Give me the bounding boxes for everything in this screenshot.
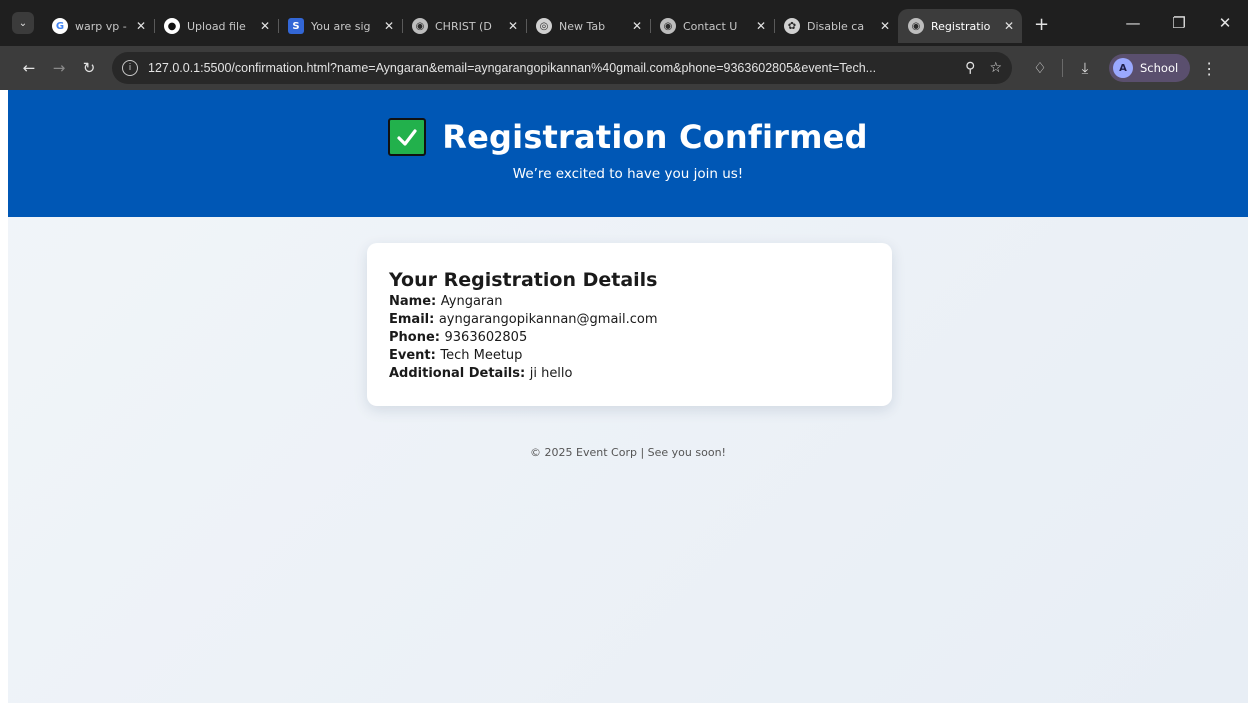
tab-title: warp vp - ( bbox=[75, 19, 130, 33]
close-icon[interactable]: ✕ bbox=[136, 19, 146, 33]
tab-upload-file[interactable]: ● Upload file ✕ bbox=[154, 9, 279, 43]
globe-icon: ◉ bbox=[660, 18, 676, 34]
minimize-icon[interactable]: — bbox=[1110, 14, 1156, 32]
tab-title: CHRIST (D bbox=[435, 19, 492, 33]
window-controls: — ❐ ✕ bbox=[1110, 0, 1248, 46]
detail-label: Phone: bbox=[389, 330, 445, 345]
tab-title: Disable ca bbox=[807, 19, 865, 33]
detail-label: Event: bbox=[389, 348, 441, 363]
close-icon[interactable]: ✕ bbox=[260, 19, 270, 33]
detail-row-email: Email: ayngarangopikannan@gmail.com bbox=[389, 311, 870, 329]
page-title: Registration Confirmed bbox=[442, 118, 868, 156]
bookmark-star-icon[interactable]: ☆ bbox=[989, 60, 1002, 76]
tab-disable-ca[interactable]: ✿ Disable ca ✕ bbox=[774, 9, 898, 43]
confirmation-header: Registration Confirmed We’re excited to … bbox=[8, 90, 1248, 217]
close-icon[interactable]: ✕ bbox=[756, 19, 766, 33]
detail-value: ji hello bbox=[529, 366, 573, 381]
tab-new-tab[interactable]: ◎ New Tab ✕ bbox=[526, 9, 651, 43]
card-heading: Your Registration Details bbox=[389, 269, 658, 291]
detail-row-phone: Phone: 9363602805 bbox=[389, 329, 870, 347]
extensions-puzzle-icon[interactable]: ♢ bbox=[1026, 59, 1054, 77]
globe-icon: ◉ bbox=[908, 18, 924, 34]
tab-title: Contact U bbox=[683, 19, 738, 33]
browser-tab-strip: ⌄ G warp vp - ( ✕ ● Upload file ✕ S You … bbox=[0, 0, 1248, 46]
tab-title: Registratio bbox=[931, 19, 991, 33]
tab-list: G warp vp - ( ✕ ● Upload file ✕ S You ar… bbox=[42, 0, 1022, 46]
site-info-icon[interactable]: i bbox=[122, 60, 138, 76]
tab-title: New Tab bbox=[559, 19, 606, 33]
address-bar[interactable]: i 127.0.0.1:5500/confirmation.html?name=… bbox=[112, 52, 1012, 84]
tab-contact-us[interactable]: ◉ Contact U ✕ bbox=[650, 9, 775, 43]
menu-kebab-icon[interactable]: ⋮ bbox=[1200, 59, 1218, 78]
tab-title: Upload file bbox=[187, 19, 246, 33]
checkmark-icon bbox=[388, 118, 427, 156]
chrome-icon: ◎ bbox=[536, 18, 552, 34]
profile-name: School bbox=[1140, 61, 1179, 75]
detail-value: ayngarangopikannan@gmail.com bbox=[438, 312, 658, 327]
toolbar-separator bbox=[1062, 59, 1063, 77]
detail-value: 9363602805 bbox=[444, 330, 528, 345]
browser-toolbar: ← → ↻ i 127.0.0.1:5500/confirmation.html… bbox=[0, 46, 1248, 90]
s-icon: S bbox=[288, 18, 304, 34]
download-icon[interactable]: ⤓ bbox=[1071, 59, 1099, 77]
tab-title: You are sig bbox=[311, 19, 371, 33]
avatar: A bbox=[1113, 58, 1133, 78]
tab-search-chevron-icon[interactable]: ⌄ bbox=[12, 12, 34, 34]
page-footer: © 2025 Event Corp | See you soon! bbox=[530, 446, 726, 459]
detail-value: Ayngaran bbox=[440, 294, 503, 309]
page-viewport: Registration Confirmed We’re excited to … bbox=[8, 90, 1248, 703]
new-tab-plus-icon[interactable]: + bbox=[1034, 14, 1049, 35]
tab-warp-vp[interactable]: G warp vp - ( ✕ bbox=[42, 9, 155, 43]
url-text[interactable]: 127.0.0.1:5500/confirmation.html?name=Ay… bbox=[148, 61, 951, 75]
detail-row-event: Event: Tech Meetup bbox=[389, 347, 870, 365]
detail-row-name: Name: Ayngaran bbox=[389, 293, 870, 311]
detail-row-additional: Additional Details: ji hello bbox=[389, 365, 870, 383]
close-icon[interactable]: ✕ bbox=[632, 19, 642, 33]
close-icon[interactable]: ✕ bbox=[880, 19, 890, 33]
toolbar-actions: ♢ ⤓ A School ⋮ bbox=[1026, 54, 1218, 82]
profile-chip[interactable]: A School bbox=[1109, 54, 1191, 82]
page-title-row: Registration Confirmed bbox=[8, 118, 1248, 156]
tab-registration[interactable]: ◉ Registratio ✕ bbox=[898, 9, 1022, 43]
registration-details-card: Your Registration Details Name: Ayngaran… bbox=[367, 243, 892, 406]
close-icon[interactable]: ✕ bbox=[1004, 19, 1014, 33]
window-close-icon[interactable]: ✕ bbox=[1202, 14, 1248, 32]
reload-icon[interactable]: ↻ bbox=[74, 59, 104, 77]
back-arrow-icon[interactable]: ← bbox=[14, 59, 44, 77]
tab-you-are-signed[interactable]: S You are sig ✕ bbox=[278, 9, 403, 43]
checkmark-glyph bbox=[397, 129, 417, 146]
tab-christ[interactable]: ◉ CHRIST (D ✕ bbox=[402, 9, 527, 43]
restore-icon[interactable]: ❐ bbox=[1156, 14, 1202, 32]
zoom-icon[interactable]: ⚲ bbox=[965, 60, 975, 76]
github-icon: ● bbox=[164, 18, 180, 34]
close-icon[interactable]: ✕ bbox=[384, 19, 394, 33]
google-icon: G bbox=[52, 18, 68, 34]
page-subtitle: We’re excited to have you join us! bbox=[512, 166, 744, 182]
chatgpt-icon: ✿ bbox=[784, 18, 800, 34]
forward-arrow-icon[interactable]: → bbox=[44, 59, 74, 77]
detail-label: Email: bbox=[389, 312, 439, 327]
detail-label: Name: bbox=[389, 294, 441, 309]
close-icon[interactable]: ✕ bbox=[508, 19, 518, 33]
detail-value: Tech Meetup bbox=[440, 348, 523, 363]
detail-label: Additional Details: bbox=[389, 366, 530, 381]
globe-icon: ◉ bbox=[412, 18, 428, 34]
